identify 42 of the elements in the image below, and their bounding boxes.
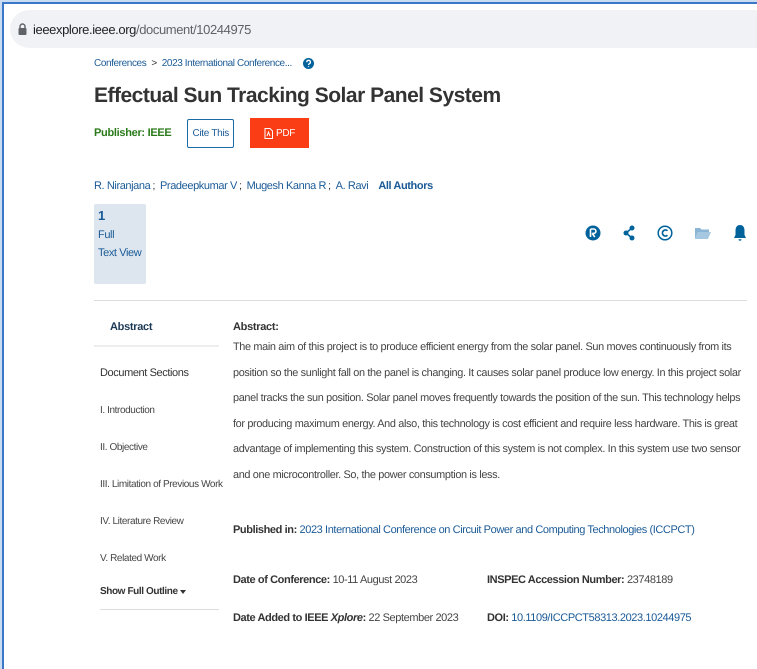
detail-text: INSPEC Accession Number: 23748189 — [487, 574, 674, 586]
cite-button[interactable]: Cite This — [187, 118, 234, 148]
lock-icon — [18, 23, 27, 35]
breadcrumb-link[interactable]: Conferences — [94, 58, 146, 69]
breadcrumb-separator: > — [151, 58, 157, 69]
caret-icon — [180, 590, 186, 594]
author-separator: ; — [238, 180, 242, 192]
pdf-file-icon — [264, 128, 274, 138]
metric-label: Full — [98, 229, 116, 241]
conference-link[interactable]: 2023 International Conference on Circuit Power and Computing Technologies (ICCPCT) — [300, 524, 695, 536]
show-outline-link[interactable]: Show Full Outline — [100, 586, 219, 610]
section-link[interactable]: IV. Literature Review — [100, 516, 219, 527]
breadcrumb-link[interactable]: 2023 International Conference... — [162, 58, 292, 69]
abstract-text: The main aim of this project is to produce efficient energy from the solar panel. Sun moves continuously from its position so the sunlight fall on the panel is changing. It causes solar panel produce low energy. In this project solar panel tracks the sun position. Solar panel moves frequently towards the position of the sun. This technology helps for producing maximum energy. And also, this technology is cost efficient and require less hardware. This is great advantage of implementing this system. Construction of this system is not complex. In this system use two sensor and one microcontroller. So, the power consumption is less. — [233, 340, 742, 482]
author-link[interactable]: R. Niranjana — [94, 180, 150, 192]
abstract-heading: Abstract: — [233, 321, 280, 333]
abstract-tab[interactable]: Abstract — [94, 321, 219, 347]
metric-card[interactable]: 1 Full Text View — [94, 204, 146, 284]
article-title: Effectual Sun Tracking Solar Panel System — [94, 84, 502, 108]
sections-heading: Document Sections — [100, 367, 190, 379]
publisher-text: Publisher: IEEE — [94, 127, 172, 139]
author-link[interactable]: Pradeepkumar V — [160, 180, 237, 192]
bell-icon[interactable] — [733, 224, 747, 242]
author-separator: ; — [328, 180, 331, 192]
published-in-text: Published in: 2023 International Conference on Circuit Power and Computing Technologies (ICCPCT) — [233, 524, 696, 536]
author-separator: ; — [152, 180, 155, 192]
author-link[interactable]: Mugesh Kanna R — [246, 180, 326, 192]
all-authors-link[interactable]: All Authors — [378, 180, 433, 192]
citation-count: 1 — [98, 208, 106, 223]
section-link[interactable]: I. Introduction — [100, 405, 219, 416]
detail-text: Date of Conference: 10-11 August 2023 — [233, 574, 418, 586]
share-icon[interactable] — [623, 225, 635, 241]
copyright-icon[interactable] — [657, 225, 673, 241]
author-link[interactable]: A. Ravi — [336, 180, 368, 192]
pdf-button[interactable]: PDF — [250, 118, 310, 148]
doi-link[interactable]: 10.1109/ICCPCT58313.2023.10244975 — [511, 612, 692, 624]
detail-text: Date Added to IEEE Xplore: 22 September 2023 — [233, 612, 460, 624]
url-text[interactable]: ieeexplore.ieee.org/document/10244975 — [33, 22, 251, 36]
section-link[interactable]: V. Related Work — [100, 553, 219, 564]
section-link[interactable]: II. Objective — [100, 442, 219, 453]
detail-text: DOI: 10.1109/ICCPCT58313.2023.10244975 — [487, 612, 692, 624]
metric-label: Text View — [98, 247, 142, 259]
